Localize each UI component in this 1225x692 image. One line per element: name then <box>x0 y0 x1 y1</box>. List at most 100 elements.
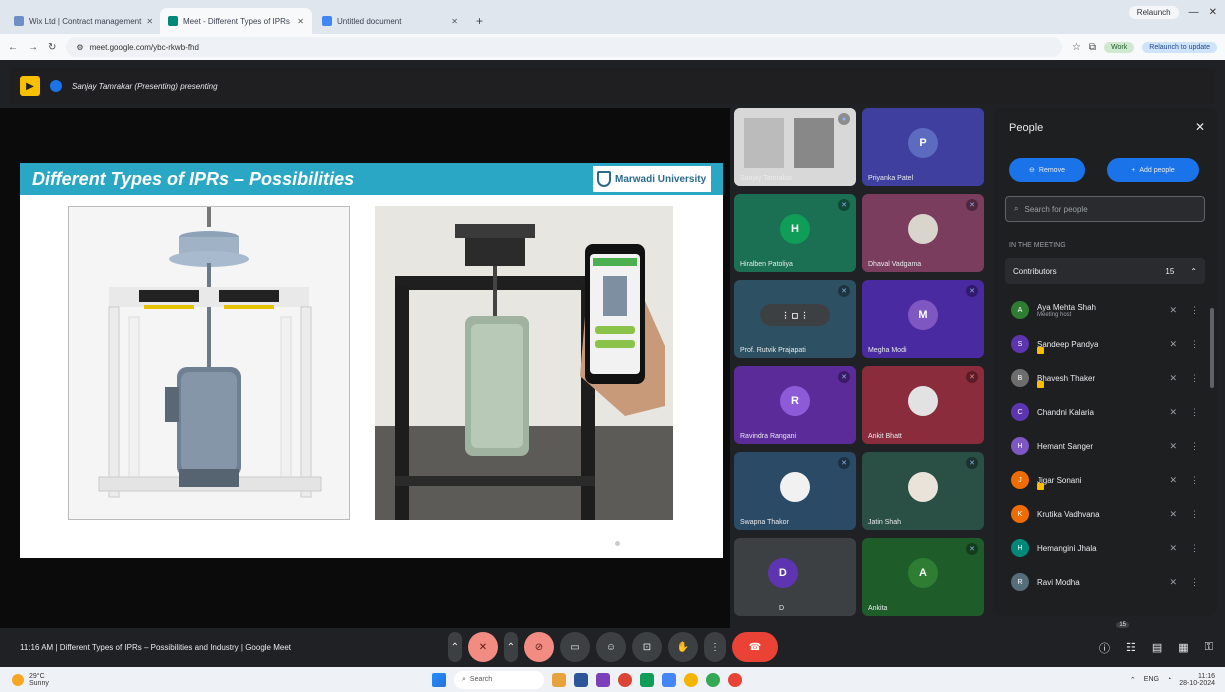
participant-row[interactable]: B Bhavesh Thaker ✕ ⋮ <box>1005 361 1205 395</box>
browser-tab[interactable]: Untitled document ✕ <box>314 8 466 34</box>
participant-row[interactable]: H Hemangini Jhala ✕ ⋮ <box>1005 531 1205 565</box>
relaunch-button[interactable]: Relaunch to update <box>1142 41 1217 53</box>
file-explorer-icon[interactable] <box>552 672 566 687</box>
browser-tab-active[interactable]: Meet - Different Types of IPRs ✕ <box>160 8 312 34</box>
participant-tile[interactable]: ✕ Dhaval Vadgama <box>862 194 984 272</box>
present-button[interactable]: ⊡ <box>632 632 662 662</box>
remove-button[interactable]: ⊖ Remove <box>1009 158 1085 182</box>
people-icon[interactable]: ☷ <box>1126 641 1136 654</box>
close-window-button[interactable]: ✕ <box>1209 7 1217 18</box>
contributors-section[interactable]: Contributors 15 ⌃ <box>1005 258 1205 284</box>
more-options-icon[interactable]: ⋮ <box>1190 339 1199 350</box>
participant-tile[interactable]: H ✕ Hiralben Patoliya <box>734 194 856 272</box>
more-options-icon[interactable]: ⋮ <box>1190 509 1199 520</box>
muted-mic-icon[interactable]: ✕ <box>1169 407 1177 418</box>
participant-row[interactable]: C Chandni Kalaria ✕ ⋮ <box>1005 395 1205 429</box>
new-tab-button[interactable]: + <box>468 14 491 34</box>
captions-button[interactable]: ▭ <box>560 632 590 662</box>
close-tab-icon[interactable]: ✕ <box>146 17 153 26</box>
chevron-up-icon[interactable]: ⌃ <box>1190 267 1197 276</box>
muted-mic-icon[interactable]: ✕ <box>1169 543 1177 554</box>
muted-mic-icon[interactable]: ✕ <box>1169 339 1177 350</box>
mic-options-chevron-icon[interactable]: ⌃ <box>448 632 462 662</box>
add-people-button[interactable]: + Add people <box>1107 158 1199 182</box>
bookmark-star-icon[interactable]: ☆ <box>1072 42 1081 53</box>
reload-icon[interactable]: ↻ <box>48 42 56 53</box>
weather-widget[interactable]: 29°C Sunny <box>12 673 49 687</box>
more-options-icon[interactable]: ⋮ <box>1190 441 1199 452</box>
windows-start-icon[interactable] <box>432 672 446 687</box>
participant-row[interactable]: J Jigar Sonani ✕ ⋮ <box>1005 463 1205 497</box>
host-controls-icon[interactable]: ⚿ <box>1205 641 1213 654</box>
leave-call-button[interactable]: ☎ <box>732 632 778 662</box>
participant-tile[interactable]: ✕ Swapna Thakor <box>734 452 856 530</box>
close-tab-icon[interactable]: ✕ <box>451 17 458 26</box>
muted-mic-icon[interactable]: ✕ <box>1169 373 1177 384</box>
chrome-profile-2-icon[interactable] <box>728 672 742 687</box>
participant-tile[interactable]: ● Sanjay Tamrakar <box>734 108 856 186</box>
clock[interactable]: 11:16 28-10-2024 <box>1179 673 1215 687</box>
more-options-icon[interactable]: ⋮ <box>1190 305 1199 316</box>
minimize-button[interactable]: — <box>1189 7 1199 18</box>
more-options-icon[interactable]: ⋮ <box>1190 407 1199 418</box>
participant-row[interactable]: H Hemant Sanger ✕ ⋮ <box>1005 429 1205 463</box>
camera-options-chevron-icon[interactable]: ⌃ <box>504 632 518 662</box>
close-icon[interactable]: ✕ <box>1195 120 1205 134</box>
mail-icon[interactable] <box>662 672 676 687</box>
more-options-icon[interactable]: ⋮ <box>1190 577 1199 588</box>
emoji-button[interactable]: ☺ <box>596 632 626 662</box>
participant-tile[interactable]: A ✕ Ankita <box>862 538 984 616</box>
raise-hand-button[interactable]: ✋ <box>668 632 698 662</box>
info-icon[interactable]: ⓘ <box>1099 640 1110 656</box>
edge-icon[interactable] <box>640 672 654 687</box>
forward-icon[interactable]: → <box>28 42 38 53</box>
browser-tab[interactable]: Wix Ltd | Contract management ✕ <box>6 8 158 34</box>
mic-off-button[interactable]: ✕ <box>468 632 498 662</box>
participant-row[interactable]: R Ravi Modha ✕ ⋮ <box>1005 565 1205 599</box>
activities-icon[interactable]: ▦ <box>1178 641 1188 654</box>
participant-row[interactable]: S Sandeep Pandya ✕ ⋮ <box>1005 327 1205 361</box>
photos-icon[interactable] <box>684 672 698 687</box>
store-icon[interactable] <box>574 672 588 687</box>
participant-tile[interactable]: ⋮ ◻ ⋮ ✕ Prof. Rutvik Prajapati <box>734 280 856 358</box>
participant-tile[interactable]: ✕ Jatin Shah <box>862 452 984 530</box>
participant-tile[interactable]: R ✕ Ravindra Rangani <box>734 366 856 444</box>
tray-chevron-icon[interactable]: ⌃ <box>1130 676 1136 684</box>
relaunch-pill[interactable]: Relaunch <box>1128 6 1179 19</box>
close-tab-icon[interactable]: ✕ <box>297 17 304 26</box>
people-search-input[interactable]: ⌕ Search for people <box>1005 196 1205 222</box>
more-options-icon[interactable]: ⋮ <box>704 632 726 662</box>
muted-mic-icon[interactable]: ✕ <box>1169 509 1177 520</box>
wifi-icon[interactable]: ◔ <box>1167 676 1171 683</box>
address-bar[interactable]: ⚙ meet.google.com/ybc-rkwb-fhd <box>66 37 1062 57</box>
chat-icon[interactable]: ▤ <box>1152 641 1162 654</box>
camera-off-button[interactable]: ⊘ <box>524 632 554 662</box>
muted-mic-icon[interactable]: ✕ <box>1169 441 1177 452</box>
tile-controls-overlay[interactable]: ⋮ ◻ ⋮ <box>760 304 830 327</box>
taskbar-search[interactable]: ⌕ Search <box>454 670 544 689</box>
app-icon[interactable] <box>596 672 610 687</box>
more-options-icon[interactable]: ⋮ <box>1190 543 1199 554</box>
chrome-icon[interactable] <box>618 672 632 687</box>
profile-button[interactable]: Work <box>1104 41 1135 53</box>
back-icon[interactable]: ← <box>8 42 18 53</box>
participant-tile[interactable]: M ✕ Megha Modi <box>862 280 984 358</box>
muted-mic-icon[interactable]: ✕ <box>1169 305 1177 316</box>
more-options-icon[interactable]: ⋮ <box>1190 475 1199 486</box>
participant-row[interactable]: A Aya Mehta Shah Meeting host ✕ ⋮ <box>1005 293 1205 327</box>
chrome-profile-icon[interactable] <box>706 672 720 687</box>
extensions-icon[interactable]: ⧉ <box>1089 42 1096 53</box>
muted-mic-icon[interactable]: ✕ <box>1169 577 1177 588</box>
participant-tile[interactable]: D D <box>734 538 856 616</box>
participant-row[interactable]: K Krutika Vadhvana ✕ ⋮ <box>1005 497 1205 531</box>
language-indicator[interactable]: ENG <box>1144 676 1159 683</box>
more-options-icon[interactable]: ⋮ <box>1190 373 1199 384</box>
participant-tile[interactable]: P Priyanka Patel <box>862 108 984 186</box>
add-people-label: Add people <box>1139 166 1175 174</box>
participant-name: Aya Mehta Shah <box>1037 302 1097 312</box>
site-info-icon[interactable]: ⚙ <box>76 43 83 52</box>
tile-name: Prof. Rutvik Prajapati <box>740 347 806 354</box>
panel-scrollbar[interactable] <box>1210 308 1214 388</box>
muted-mic-icon[interactable]: ✕ <box>1169 475 1177 486</box>
participant-tile[interactable]: ✕ Ankit Bhatt <box>862 366 984 444</box>
